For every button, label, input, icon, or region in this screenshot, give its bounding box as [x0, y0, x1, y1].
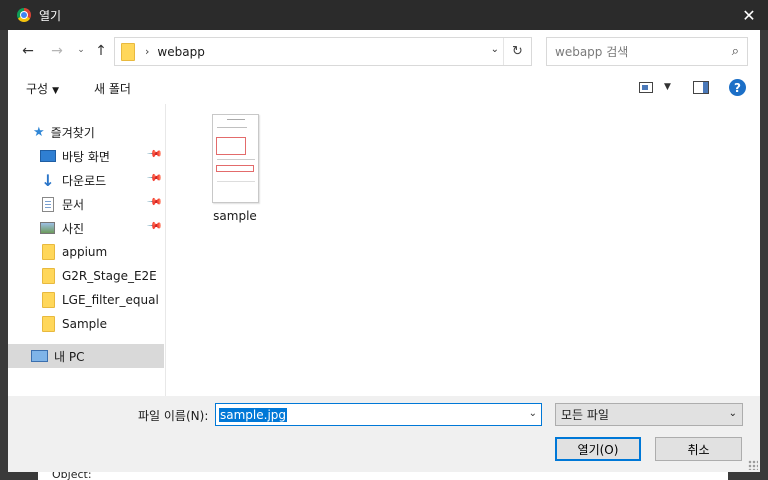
filename-field[interactable]: sample.jpg ⌄	[215, 403, 542, 426]
desktop-icon	[40, 150, 56, 162]
file-type-dropdown-icon[interactable]: ⌄	[729, 408, 737, 419]
open-file-dialog: ← → ⌄ ↑ › webapp ⌄ ↻ ⌕ 구성▼ 새 폴더 ▼ ? ★ 즐겨…	[8, 30, 760, 472]
sidebar-item-label: 바탕 화면	[62, 149, 110, 164]
organize-caret-icon: ▼	[52, 86, 60, 96]
forward-arrow-icon[interactable]: →	[46, 40, 68, 62]
view-options-caret-icon[interactable]: ▼	[664, 82, 671, 92]
close-icon[interactable]: ✕	[736, 2, 762, 28]
pin-icon[interactable]: 📌	[145, 218, 162, 235]
folder-icon	[42, 316, 55, 332]
sidebar-item-appium[interactable]: appium	[8, 240, 164, 264]
preview-pane-icon[interactable]	[693, 81, 709, 94]
dialog-title: 열기	[39, 8, 62, 23]
filename-dropdown-icon[interactable]: ⌄	[529, 408, 537, 419]
folder-icon	[121, 42, 135, 61]
search-box[interactable]: ⌕	[546, 37, 748, 66]
folder-icon	[42, 268, 55, 284]
background-partial-text: Object:	[52, 472, 92, 480]
address-bar[interactable]: › webapp ⌄ ↻	[114, 37, 532, 66]
document-icon	[42, 196, 54, 212]
sidebar-item-label: 문서	[62, 197, 85, 212]
sidebar-item-label: Sample	[62, 317, 107, 331]
folder-icon	[42, 292, 55, 308]
download-icon: ↓	[41, 170, 55, 190]
recent-locations-chevron-icon[interactable]: ⌄	[74, 39, 88, 61]
title-bar: 열기 ✕	[0, 0, 768, 30]
folder-icon	[42, 244, 55, 260]
breadcrumb-separator-icon[interactable]: ›	[145, 45, 149, 58]
breadcrumb-webapp[interactable]: webapp	[157, 45, 204, 59]
star-icon: ★	[33, 124, 45, 140]
background-window: Object:	[38, 472, 728, 480]
image-thumbnail	[211, 114, 259, 203]
sidebar-item-label: 즐겨찾기	[50, 125, 95, 140]
pin-icon[interactable]: 📌	[145, 170, 162, 187]
open-button[interactable]: 열기(O)	[555, 437, 641, 461]
sidebar-item-documents[interactable]: 문서 📌	[8, 192, 164, 216]
cancel-button[interactable]: 취소	[655, 437, 742, 461]
file-name: sample	[213, 209, 257, 223]
organize-label: 구성	[26, 82, 49, 96]
sidebar-item-sample[interactable]: Sample	[8, 312, 164, 336]
help-icon[interactable]: ?	[729, 79, 746, 96]
change-view-icon[interactable]	[639, 82, 653, 93]
sidebar-item-label: G2R_Stage_E2E	[62, 269, 157, 283]
sidebar-item-label: LGE_filter_equal	[62, 293, 159, 307]
sidebar-item-g2r-stage-e2e[interactable]: G2R_Stage_E2E	[8, 264, 164, 288]
chrome-app-icon	[17, 8, 31, 22]
refresh-icon[interactable]: ↻	[503, 38, 531, 65]
file-type-select[interactable]: 모든 파일 ⌄	[555, 403, 743, 426]
sidebar-item-desktop[interactable]: 바탕 화면 📌	[8, 144, 164, 168]
pin-icon[interactable]: 📌	[145, 146, 162, 163]
pin-icon[interactable]: 📌	[145, 194, 162, 211]
sidebar-item-downloads[interactable]: ↓ 다운로드 📌	[8, 168, 164, 192]
file-type-value: 모든 파일	[561, 408, 609, 422]
command-bar: 구성 ▼ 새 폴더 ▼ ?	[8, 72, 760, 104]
file-item[interactable]: sample	[207, 114, 263, 223]
filename-value[interactable]: sample.jpg	[219, 407, 288, 422]
resize-grip-icon[interactable]	[748, 460, 758, 470]
sidebar-item-label: appium	[62, 245, 108, 259]
file-list[interactable]: sample	[167, 104, 760, 396]
up-arrow-icon[interactable]: ↑	[90, 40, 112, 62]
sidebar-item-label: 다운로드	[62, 173, 107, 188]
navigation-bar: ← → ⌄ ↑ › webapp ⌄ ↻ ⌕	[8, 30, 760, 72]
address-dropdown-icon[interactable]: ⌄	[491, 44, 499, 55]
sidebar-item-pictures[interactable]: 사진 📌	[8, 216, 164, 240]
search-icon[interactable]: ⌕	[732, 44, 739, 59]
sidebar-item-label: 사진	[62, 221, 85, 236]
bottom-panel: 파일 이름(N): sample.jpg ⌄ 모든 파일 ⌄ 열기(O) 취소	[8, 396, 760, 472]
sidebar-item-quick-access[interactable]: ★ 즐겨찾기	[8, 120, 164, 144]
organize-button[interactable]: 구성 ▼	[26, 80, 59, 97]
new-folder-button[interactable]: 새 폴더	[94, 80, 131, 97]
sidebar-item-this-pc[interactable]: 내 PC	[8, 344, 164, 368]
search-input[interactable]	[555, 44, 725, 59]
filename-label: 파일 이름(N):	[138, 409, 209, 423]
navigation-pane: ★ 즐겨찾기 바탕 화면 📌 ↓ 다운로드 📌 문서 📌 사진 📌 appium	[8, 104, 166, 396]
pc-icon	[31, 350, 48, 362]
pictures-icon	[40, 222, 55, 234]
sidebar-item-lge-filter-equal[interactable]: LGE_filter_equal	[8, 288, 164, 312]
back-arrow-icon[interactable]: ←	[17, 40, 39, 62]
sidebar-item-label: 내 PC	[54, 349, 85, 364]
